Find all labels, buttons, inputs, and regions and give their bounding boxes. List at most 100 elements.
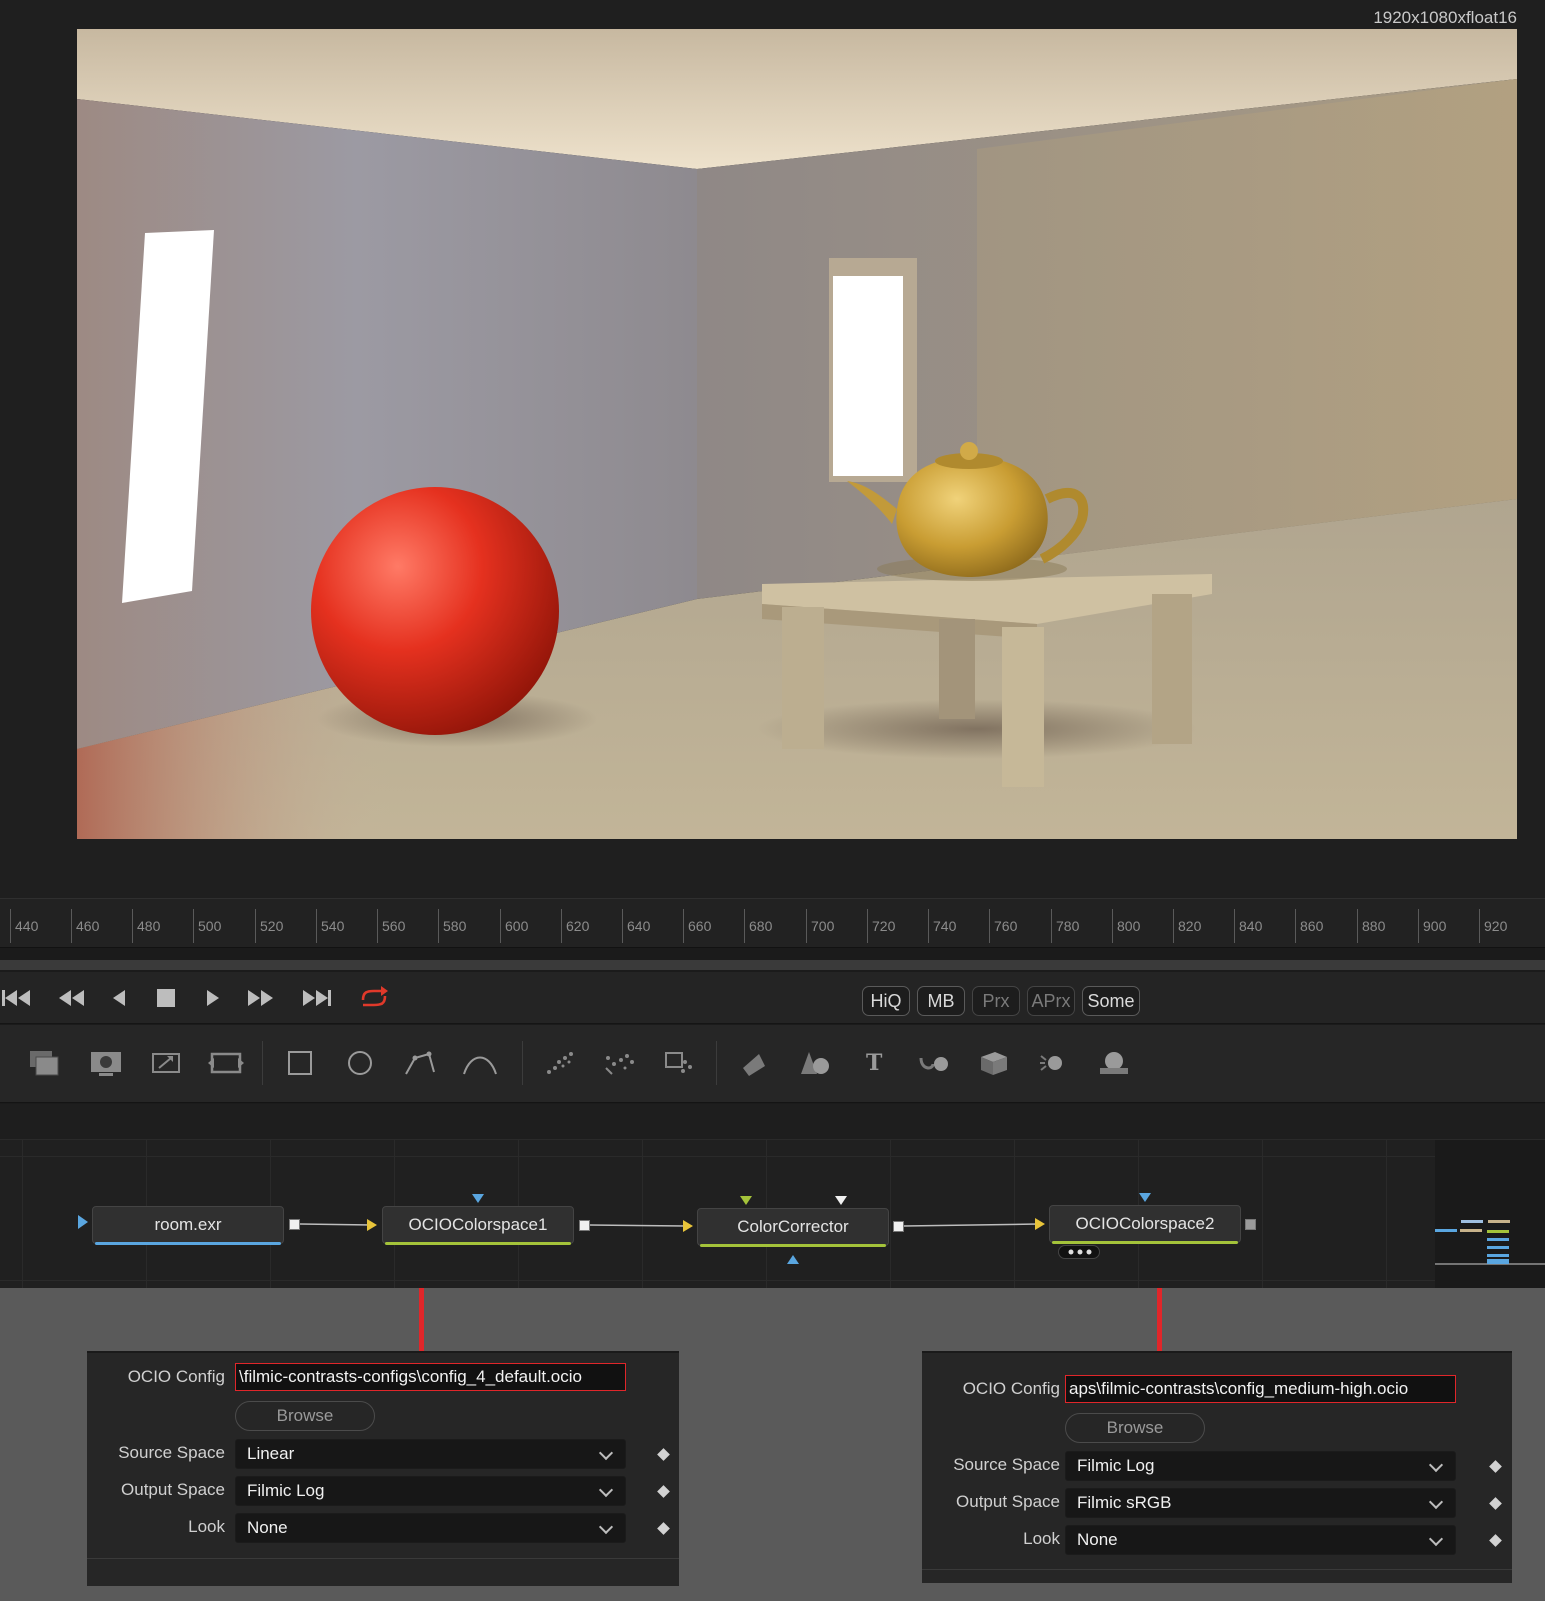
- node-editor-header: [0, 1104, 1545, 1140]
- browse-button[interactable]: Browse: [1065, 1413, 1205, 1443]
- render-image: [77, 29, 1517, 839]
- node-ocio-colorspace-1[interactable]: OCIOColorspace1: [382, 1206, 574, 1245]
- particle-emitter-icon[interactable]: [540, 1043, 580, 1083]
- camera-3d-icon[interactable]: [974, 1043, 1014, 1083]
- go-to-end-icon[interactable]: [300, 982, 334, 1014]
- callout-line-right: [1157, 1288, 1162, 1352]
- bspline-mask-icon[interactable]: [460, 1043, 500, 1083]
- keyframe-diamond-icon[interactable]: [1489, 1460, 1502, 1473]
- play-icon[interactable]: [202, 982, 224, 1014]
- ruler-tick: 900: [1418, 909, 1446, 943]
- viewer-pane[interactable]: 1920x1080xfloat16: [0, 0, 1545, 898]
- hiq-toggle[interactable]: HiQ: [862, 986, 910, 1016]
- resize-tool-icon[interactable]: [146, 1043, 186, 1083]
- ocio-colorspace-1-inspector: OCIO Config \filmic-contrasts-configs\co…: [87, 1351, 679, 1586]
- output-space-value: Filmic Log: [247, 1481, 325, 1500]
- node-label: room.exr: [154, 1215, 222, 1234]
- node-output-port[interactable]: [289, 1219, 300, 1230]
- node-room-exr[interactable]: room.exr: [92, 1206, 284, 1245]
- rewind-icon[interactable]: [56, 982, 88, 1014]
- stop-icon[interactable]: [154, 982, 178, 1014]
- chevron-down-icon: [598, 1482, 614, 1498]
- go-to-start-icon[interactable]: [0, 982, 34, 1014]
- ruler-tick: 600: [500, 909, 528, 943]
- node-color-corrector[interactable]: ColorCorrector: [697, 1208, 889, 1247]
- tool-bar: T: [0, 1025, 1545, 1103]
- background-tool-icon[interactable]: [86, 1043, 126, 1083]
- shape-3d-icon[interactable]: [794, 1043, 834, 1083]
- ruler-tick: 700: [806, 909, 834, 943]
- transform-tool-icon[interactable]: [206, 1043, 246, 1083]
- callout-line-left: [419, 1288, 424, 1352]
- proxy-toggle[interactable]: Prx: [972, 986, 1020, 1016]
- look-label: Look: [1023, 1529, 1060, 1548]
- output-space-select[interactable]: Filmic Log: [235, 1476, 626, 1506]
- ocio-colorspace-2-inspector: OCIO Config aps\filmic-contrasts\config_…: [922, 1351, 1512, 1583]
- ruler-tick: 860: [1295, 909, 1323, 943]
- source-space-select[interactable]: Filmic Log: [1065, 1451, 1456, 1481]
- ruler-tick: 640: [622, 909, 650, 943]
- ellipse-mask-icon[interactable]: [340, 1043, 380, 1083]
- ruler-tick: 500: [193, 909, 221, 943]
- look-select[interactable]: None: [1065, 1525, 1456, 1555]
- text-3d-icon[interactable]: T: [854, 1043, 894, 1083]
- source-space-value: Filmic Log: [1077, 1456, 1155, 1475]
- output-space-label: Output Space: [121, 1480, 225, 1499]
- node-output-port[interactable]: [579, 1220, 590, 1231]
- node-ocio-colorspace-2[interactable]: OCIOColorspace2: [1049, 1205, 1241, 1244]
- ocio-config-field[interactable]: \filmic-contrasts-configs\config_4_defau…: [235, 1363, 626, 1391]
- merge-3d-icon[interactable]: [914, 1043, 954, 1083]
- polygon-mask-icon[interactable]: [400, 1043, 440, 1083]
- node-options-badge[interactable]: [1058, 1245, 1100, 1259]
- particle-style-icon[interactable]: [660, 1043, 700, 1083]
- ocio-config-field[interactable]: aps\filmic-contrasts\config_medium-high.…: [1065, 1375, 1456, 1403]
- chevron-down-icon: [1428, 1457, 1444, 1473]
- output-space-value: Filmic sRGB: [1077, 1493, 1172, 1512]
- look-label: Look: [188, 1517, 225, 1536]
- output-space-select[interactable]: Filmic sRGB: [1065, 1488, 1456, 1518]
- fast-forward-icon[interactable]: [245, 982, 277, 1014]
- source-space-select[interactable]: Linear: [235, 1439, 626, 1469]
- chevron-down-icon: [1428, 1531, 1444, 1547]
- ruler-tick: 720: [867, 909, 895, 943]
- rectangle-mask-icon[interactable]: [280, 1043, 320, 1083]
- look-select[interactable]: None: [235, 1513, 626, 1543]
- svg-text:T: T: [866, 1050, 883, 1076]
- image-plane-3d-icon[interactable]: [734, 1043, 774, 1083]
- keyframe-diamond-icon[interactable]: [1489, 1534, 1502, 1547]
- keyframe-diamond-icon[interactable]: [657, 1485, 670, 1498]
- look-value: None: [1077, 1530, 1118, 1549]
- selective-update-toggle[interactable]: Some: [1082, 986, 1140, 1016]
- ocio-config-label: OCIO Config: [127, 1367, 225, 1386]
- chevron-down-icon: [598, 1445, 614, 1461]
- ruler-tick: 480: [132, 909, 160, 943]
- node-output-port[interactable]: [1245, 1219, 1256, 1230]
- play-reverse-icon[interactable]: [108, 982, 130, 1014]
- ruler-tick: 840: [1234, 909, 1262, 943]
- ruler-tick: 920: [1479, 909, 1507, 943]
- ruler-tick: 580: [438, 909, 466, 943]
- browse-button[interactable]: Browse: [235, 1401, 375, 1431]
- source-space-label: Source Space: [118, 1443, 225, 1462]
- keyframe-diamond-icon[interactable]: [1489, 1497, 1502, 1510]
- timeline-scrubber[interactable]: [0, 960, 1545, 970]
- chevron-down-icon: [598, 1519, 614, 1535]
- ruler-tick: 800: [1112, 909, 1140, 943]
- particle-render-icon[interactable]: [600, 1043, 640, 1083]
- resolution-label: 1920x1080xfloat16: [1373, 8, 1517, 27]
- renderer-3d-icon[interactable]: [1094, 1043, 1134, 1083]
- timeline-ruler[interactable]: 440 460 480 500 520 540 560 580 600 620 …: [0, 898, 1545, 948]
- node-label: OCIOColorspace1: [408, 1215, 548, 1234]
- ruler-tick: 620: [561, 909, 589, 943]
- node-output-port[interactable]: [893, 1221, 904, 1232]
- node-navigator[interactable]: [1435, 1140, 1545, 1288]
- keyframe-diamond-icon[interactable]: [657, 1448, 670, 1461]
- merge-tool-icon[interactable]: [24, 1043, 64, 1083]
- flow-node-editor[interactable]: room.exr OCIOColorspace1 ColorCorrector …: [0, 1140, 1545, 1288]
- keyframe-diamond-icon[interactable]: [657, 1522, 670, 1535]
- auto-proxy-toggle[interactable]: APrx: [1027, 986, 1075, 1016]
- motion-blur-toggle[interactable]: MB: [917, 986, 965, 1016]
- ocio-config-label: OCIO Config: [962, 1379, 1060, 1398]
- loop-icon[interactable]: [356, 982, 392, 1014]
- light-3d-icon[interactable]: [1034, 1043, 1074, 1083]
